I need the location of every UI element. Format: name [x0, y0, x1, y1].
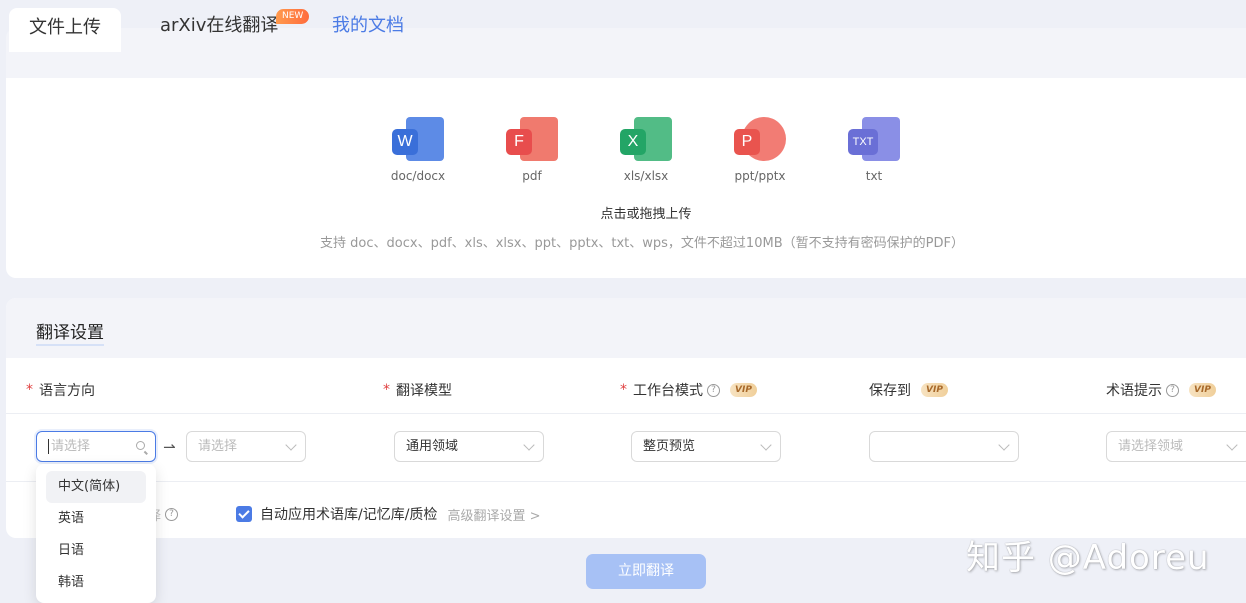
filetype-txt: TXT txt: [834, 115, 914, 183]
tab-my-documents[interactable]: 我的文档: [332, 0, 404, 50]
source-language-placeholder: 请选择: [51, 439, 91, 454]
help-icon[interactable]: ?: [1166, 383, 1179, 397]
text-cursor: [48, 439, 49, 454]
label-save-to: 保存到 VIP: [869, 380, 948, 400]
watermark: 知乎 @Adoreu: [966, 538, 1210, 578]
dropdown-option[interactable]: 中文(简体): [46, 471, 146, 503]
arrow-right-icon: ⇀: [163, 438, 176, 456]
word-icon: W: [390, 115, 446, 163]
dropdown-option[interactable]: 英语: [46, 503, 146, 535]
filetype-pdf: F pdf: [492, 115, 572, 183]
chevron-down-icon: [1226, 439, 1238, 451]
dropdown-option[interactable]: 韩语: [46, 567, 146, 599]
workbench-mode-value: 整页预览: [643, 439, 696, 454]
source-language-select[interactable]: 请选择: [36, 431, 156, 462]
filetype-caption: pdf: [522, 169, 542, 183]
chevron-down-icon: [285, 439, 297, 451]
auto-apply-checkbox-row[interactable]: 自动应用术语库/记忆库/质检 高级翻译设置 >: [236, 504, 540, 524]
translate-now-button[interactable]: 立即翻译: [586, 554, 706, 589]
term-hint-select[interactable]: 请选择领域: [1106, 431, 1246, 462]
label-translation-model: * 翻译模型: [383, 382, 452, 399]
filetype-caption: xls/xlsx: [623, 169, 669, 183]
label-language-direction: * 语言方向: [26, 382, 95, 399]
target-language-select[interactable]: 请选择: [186, 431, 306, 462]
workbench-mode-select[interactable]: 整页预览: [631, 431, 781, 462]
powerpoint-icon: P: [732, 115, 788, 163]
checkbox-checked[interactable]: [236, 506, 252, 522]
help-icon[interactable]: ?: [707, 383, 720, 397]
divider: [6, 481, 1246, 482]
settings-labels-row: * 语言方向 * 翻译模型 * 工作台模式? VIP 保存到 VIP 术语提示? VIP: [0, 380, 1246, 400]
auto-apply-label: 自动应用术语库/记忆库/质检: [260, 507, 438, 523]
vip-badge: VIP: [730, 383, 757, 397]
settings-header: [6, 298, 1246, 358]
excel-icon: X: [618, 115, 674, 163]
filetype-xls: X xls/xlsx: [606, 115, 686, 183]
chevron-down-icon: [523, 439, 535, 451]
save-to-select[interactable]: [869, 431, 1019, 462]
pdf-icon: F: [504, 115, 560, 163]
translation-model-select[interactable]: 通用领域: [394, 431, 544, 462]
divider: [6, 413, 1246, 414]
filetype-doc: W doc/docx: [378, 115, 458, 183]
chevron-down-icon: [998, 439, 1010, 451]
new-badge: NEW: [276, 9, 310, 24]
label-term-hint: 术语提示? VIP: [1106, 380, 1216, 400]
tab-file-upload[interactable]: 文件上传: [9, 8, 121, 52]
vip-badge: VIP: [921, 383, 948, 397]
tab-arxiv[interactable]: arXiv在线翻译: [160, 0, 278, 50]
translation-model-value: 通用领域: [406, 439, 459, 454]
settings-title: 翻译设置: [36, 318, 104, 346]
filetype-caption: txt: [865, 169, 883, 183]
file-type-list[interactable]: W doc/docx F pdf X xls/xlsx P ppt/pptx T…: [0, 115, 1246, 195]
target-language-placeholder: 请选择: [198, 439, 238, 454]
label-workbench-mode: * 工作台模式? VIP: [620, 380, 757, 400]
upload-support-text: 支持 doc、docx、pdf、xls、xlsx、ppt、pptx、txt、wp…: [320, 236, 964, 251]
filetype-ppt: P ppt/pptx: [720, 115, 800, 183]
help-icon[interactable]: ?: [165, 508, 179, 521]
language-dropdown: 中文(简体) 英语 日语 韩语: [36, 464, 156, 603]
vip-badge: VIP: [1189, 383, 1216, 397]
advanced-settings-link[interactable]: 高级翻译设置 >: [447, 505, 540, 524]
upload-hint[interactable]: 点击或拖拽上传: [0, 203, 1246, 222]
filetype-caption: doc/docx: [390, 169, 446, 183]
txt-icon: TXT: [846, 115, 902, 163]
search-icon: [136, 441, 145, 450]
chevron-down-icon: [760, 439, 772, 451]
filetype-caption: ppt/pptx: [734, 169, 786, 183]
dropdown-option[interactable]: 日语: [46, 535, 146, 567]
term-hint-placeholder: 请选择领域: [1118, 439, 1184, 454]
